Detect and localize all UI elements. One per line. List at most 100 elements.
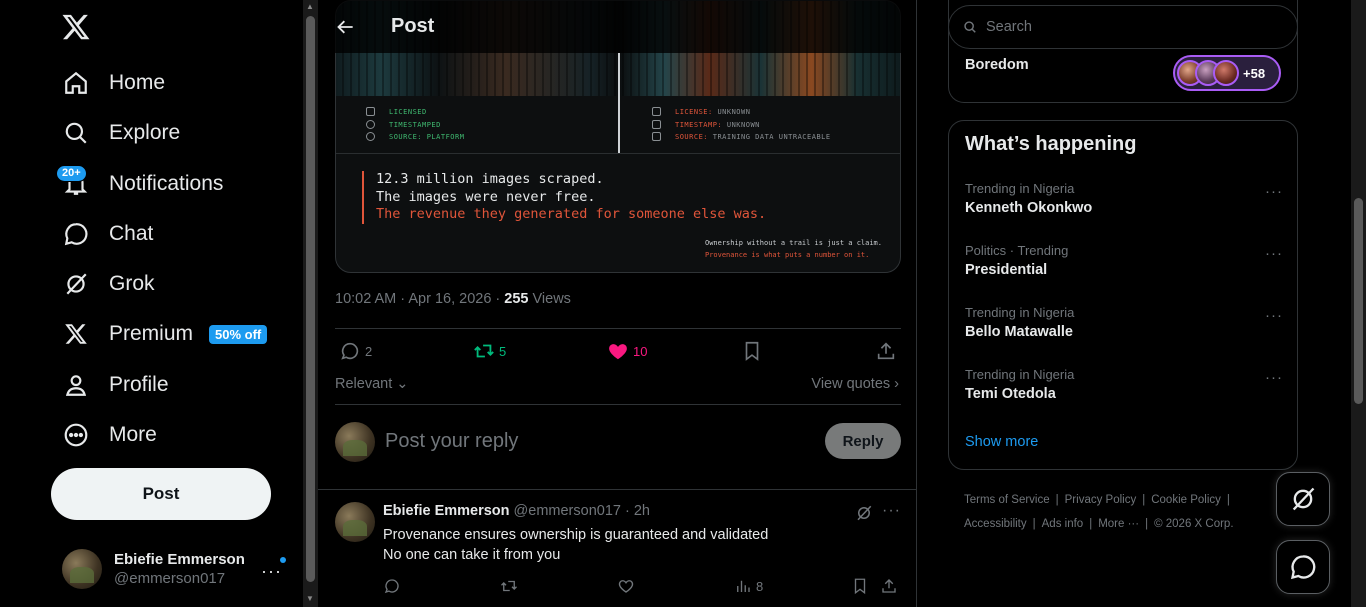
more-horizontal-icon: ··· bbox=[261, 561, 282, 581]
footer-link[interactable]: More ··· bbox=[1098, 518, 1139, 530]
question-icon bbox=[652, 120, 661, 129]
nav-chat[interactable]: Chat bbox=[60, 214, 153, 254]
page-title: Post bbox=[391, 15, 435, 37]
more-circle-icon bbox=[60, 419, 92, 451]
search-bar[interactable] bbox=[948, 5, 1298, 49]
nav-chat-label: Chat bbox=[109, 222, 154, 245]
heart-filled-icon bbox=[609, 344, 627, 360]
divider bbox=[318, 489, 916, 490]
bookmark-icon bbox=[854, 578, 866, 595]
footer-links: Terms of Service | Privacy Policy | Cookie P… bbox=[964, 494, 1234, 530]
divider bbox=[335, 328, 901, 329]
grok-icon[interactable] bbox=[855, 504, 873, 522]
reply-post[interactable]: Ebiefie Emmerson @emmerson017 · 2h ··· P… bbox=[335, 502, 901, 607]
reply-header: Ebiefie Emmerson @emmerson017 · 2h bbox=[383, 503, 650, 519]
search-icon bbox=[60, 117, 92, 149]
space-listeners[interactable]: +58 bbox=[1173, 55, 1281, 91]
page-scrollbar[interactable] bbox=[1351, 0, 1366, 607]
footer-link[interactable]: Accessibility bbox=[964, 518, 1027, 530]
left-scrollbar[interactable]: ▲ ▼ bbox=[303, 0, 318, 607]
footer-link[interactable]: Privacy Policy bbox=[1065, 494, 1137, 506]
meta-source: SOURCE: PLATFORM bbox=[366, 132, 464, 141]
nav-explore[interactable]: Explore bbox=[60, 113, 180, 153]
share-icon bbox=[877, 342, 895, 360]
search-icon bbox=[964, 21, 976, 33]
heart-icon bbox=[618, 580, 634, 593]
repost-icon bbox=[501, 580, 517, 592]
footer-link[interactable]: Ads info bbox=[1042, 518, 1084, 530]
chat-fab-button[interactable] bbox=[1276, 540, 1330, 594]
reply-author-handle: @emmerson017 · 2h bbox=[513, 503, 650, 519]
copyright: © 2026 X Corp. bbox=[1154, 518, 1234, 530]
footer-link[interactable]: Terms of Service bbox=[964, 494, 1050, 506]
reply-repost-action[interactable] bbox=[500, 577, 518, 595]
header: Post bbox=[318, 0, 916, 53]
nav-more[interactable]: More bbox=[60, 415, 157, 455]
nav-premium[interactable]: Premium 50% off bbox=[60, 314, 268, 354]
grok-fab-button[interactable] bbox=[1276, 472, 1330, 526]
question-icon bbox=[652, 107, 661, 116]
trend-item[interactable]: Trending in Nigeria Bello Matawalle ··· bbox=[965, 305, 1283, 351]
more-horizontal-icon[interactable]: ··· bbox=[1265, 369, 1283, 386]
reply-views-action[interactable]: 8 bbox=[734, 577, 763, 595]
avatar[interactable] bbox=[335, 502, 375, 542]
reply-composer: Post your reply Reply bbox=[335, 421, 901, 465]
show-more-link[interactable]: Show more bbox=[965, 434, 1038, 450]
reply-input[interactable]: Post your reply bbox=[385, 430, 518, 453]
post-button[interactable]: Post bbox=[51, 468, 271, 520]
left-sidebar: Home Explore 20+ Notifications Chat Grok… bbox=[0, 0, 303, 607]
nav-grok[interactable]: Grok bbox=[60, 264, 155, 304]
bookmark-action[interactable] bbox=[741, 340, 763, 362]
more-horizontal-icon[interactable]: ··· bbox=[1265, 183, 1283, 200]
scrollbar-thumb[interactable] bbox=[306, 16, 315, 582]
account-switcher[interactable]: Ebiefie Emmerson @emmerson017 ··· bbox=[62, 547, 292, 591]
divider bbox=[335, 404, 901, 405]
search-input[interactable] bbox=[986, 19, 1286, 35]
avatar bbox=[62, 549, 102, 589]
scrollbar-thumb[interactable] bbox=[1354, 198, 1363, 404]
globe-icon bbox=[366, 132, 375, 141]
more-horizontal-icon[interactable]: ··· bbox=[1265, 245, 1283, 262]
reply-icon bbox=[341, 342, 359, 360]
reply-button[interactable]: Reply bbox=[825, 423, 901, 459]
view-quotes-link[interactable]: View quotes › bbox=[811, 376, 899, 392]
scroll-down-arrow-icon[interactable]: ▼ bbox=[306, 594, 314, 603]
trend-item[interactable]: Trending in Nigeria Temi Otedola ··· bbox=[965, 367, 1283, 413]
nav-profile[interactable]: Profile bbox=[60, 365, 169, 405]
back-arrow-icon[interactable] bbox=[336, 17, 356, 37]
repost-action[interactable]: 5 bbox=[473, 340, 506, 362]
reply-action[interactable]: 2 bbox=[339, 340, 372, 362]
nav-home[interactable]: Home bbox=[60, 63, 165, 103]
more-horizontal-icon[interactable]: ··· bbox=[1265, 307, 1283, 324]
share-action[interactable] bbox=[875, 340, 897, 362]
reply-share-action[interactable] bbox=[880, 577, 898, 595]
trend-item[interactable]: Politics · Trending Presidential ··· bbox=[965, 243, 1283, 289]
sort-dropdown[interactable]: Relevant ⌄ bbox=[335, 376, 408, 392]
more-horizontal-icon[interactable]: ··· bbox=[882, 502, 901, 520]
like-action[interactable]: 10 bbox=[607, 340, 647, 362]
footer-link[interactable]: Cookie Policy bbox=[1151, 494, 1221, 506]
grok-icon bbox=[1292, 487, 1315, 511]
like-count: 10 bbox=[633, 343, 648, 359]
chevron-down-icon: ⌄ bbox=[392, 376, 409, 392]
reply-author-name[interactable]: Ebiefie Emmerson bbox=[383, 503, 510, 519]
nav-premium-label: Premium bbox=[109, 322, 194, 345]
account-handle: @emmerson017 bbox=[114, 570, 226, 587]
space-title: Boredom bbox=[965, 57, 1029, 73]
scroll-up-arrow-icon[interactable]: ▲ bbox=[306, 2, 314, 11]
trend-item[interactable]: Trending in Nigeria Kenneth Okonkwo ··· bbox=[965, 181, 1283, 227]
home-icon bbox=[60, 67, 92, 99]
nav-more-label: More bbox=[109, 423, 157, 446]
reply-reply-action[interactable] bbox=[383, 577, 401, 595]
reply-bookmark-action[interactable] bbox=[851, 577, 869, 595]
x-logo-icon[interactable] bbox=[61, 12, 91, 42]
avatar bbox=[335, 422, 375, 462]
nav-notifications[interactable]: 20+ Notifications bbox=[56, 164, 223, 204]
listener-avatar bbox=[1213, 60, 1239, 86]
media-footnote: Ownership without a trail is just a clai… bbox=[704, 239, 882, 259]
repost-icon bbox=[474, 344, 494, 358]
post-timestamp[interactable]: 10:02 AM · Apr 16, 2026 · 255 Views bbox=[335, 291, 571, 307]
analytics-icon bbox=[737, 580, 750, 592]
share-icon bbox=[882, 579, 896, 593]
reply-like-action[interactable] bbox=[617, 577, 635, 595]
